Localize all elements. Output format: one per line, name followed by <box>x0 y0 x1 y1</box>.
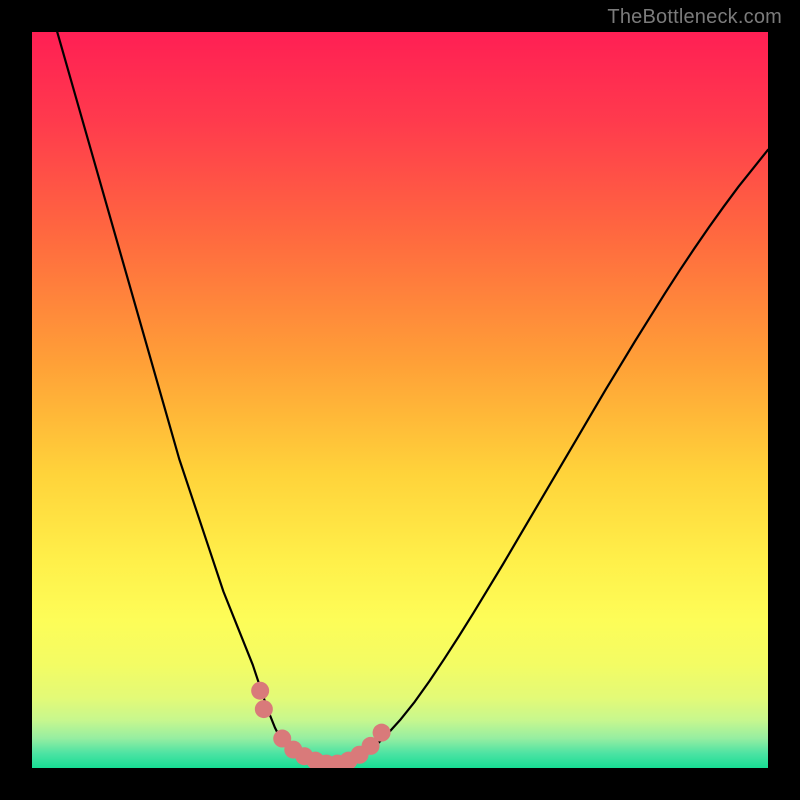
fit-marker <box>255 700 273 718</box>
fit-marker-group <box>251 682 390 768</box>
fit-marker <box>373 724 391 742</box>
bottleneck-curve <box>32 32 768 764</box>
watermark-label: TheBottleneck.com <box>607 6 782 29</box>
curve-layer <box>32 32 768 768</box>
chart-frame: TheBottleneck.com <box>0 0 800 800</box>
fit-marker <box>251 682 269 700</box>
plot-area <box>32 32 768 768</box>
